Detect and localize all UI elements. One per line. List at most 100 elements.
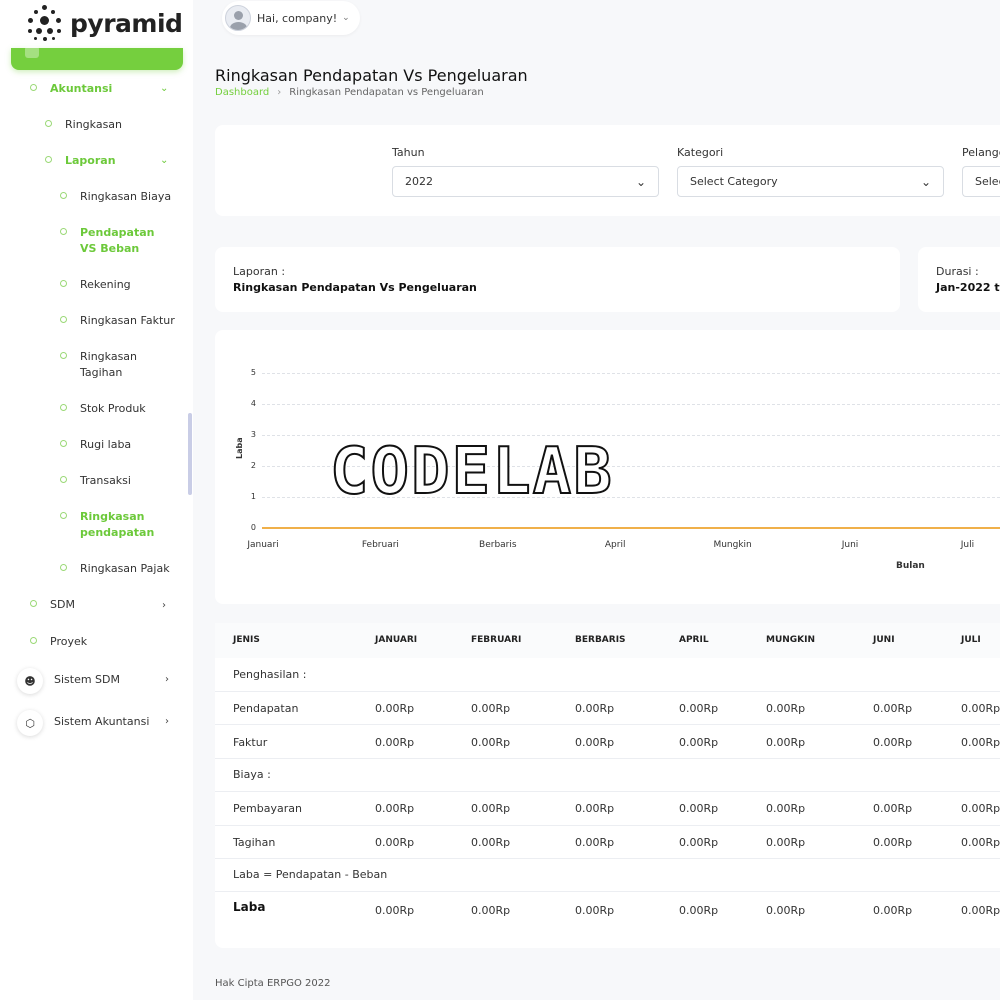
chart-gridline	[262, 373, 1000, 374]
breadcrumb-home-link[interactable]: Dashboard	[215, 87, 269, 98]
table-cell: 0.00Rp	[375, 736, 415, 749]
logo-text: pyramid	[70, 8, 183, 38]
chevron-right-icon[interactable]: ›	[162, 600, 166, 611]
chevron-down-icon[interactable]: ⌄	[160, 155, 168, 166]
table-row-divider	[215, 758, 1000, 759]
sidebar-item-ringkasan[interactable]: Ringkasan	[45, 117, 122, 133]
chart-xtick-label: Februari	[361, 540, 399, 550]
logo[interactable]: pyramid	[24, 2, 183, 44]
table-header-cell[interactable]: FEBRUARI	[471, 635, 521, 645]
sidebar-item-dashboard-active[interactable]	[11, 46, 183, 70]
table-cell: 0.00Rp	[375, 702, 415, 715]
chevron-right-icon[interactable]: ›	[165, 716, 169, 727]
chart-ytick-label: 5	[250, 368, 256, 377]
sidebar-item-label: Ringkasan Pajak	[80, 562, 170, 575]
durasi-card: Durasi : Jan-2022 to	[918, 247, 1000, 312]
sidebar-item-label: Pendapatan VS Beban	[80, 226, 155, 255]
table-cell: 0.00Rp	[471, 802, 511, 815]
table-cell: 0.00Rp	[471, 702, 511, 715]
table-cell: 0.00Rp	[961, 702, 1000, 715]
sidebar-item-transaksi[interactable]: Transaksi	[60, 473, 131, 489]
table-cell: 0.00Rp	[679, 702, 719, 715]
sidebar-item-label: Ringkasan Biaya	[80, 190, 172, 203]
table-header-cell[interactable]: JANUARI	[375, 635, 417, 645]
chart-series-line	[262, 527, 1000, 529]
table-cell: 0.00Rp	[766, 836, 806, 849]
table-header-cell[interactable]: JUNI	[873, 635, 895, 645]
sidebar-item-laporan[interactable]: Laporan	[45, 153, 116, 169]
sidebar-item-ringkasan-faktur[interactable]: Ringkasan Faktur	[60, 313, 175, 329]
sidebar-item-label: Rugi laba	[80, 438, 132, 451]
table-row-divider	[215, 724, 1000, 725]
laporan-label: Laporan :	[233, 265, 286, 278]
chevron-right-icon[interactable]: ›	[165, 674, 169, 685]
chart-data-point	[379, 527, 382, 529]
tahun-select-value: 2022	[405, 175, 433, 188]
table-header-cell[interactable]: MUNGKIN	[766, 635, 815, 645]
bullet-icon	[60, 192, 67, 199]
sidebar-item-label: Sistem Akuntansi	[54, 715, 150, 728]
section-biaya: Biaya :	[233, 768, 271, 781]
bullet-icon	[60, 228, 67, 235]
bullet-icon	[60, 512, 67, 519]
sidebar-item-rekening[interactable]: Rekening	[60, 277, 131, 293]
bullet-icon	[60, 280, 67, 287]
sidebar-item-label: Stok Produk	[80, 402, 146, 415]
chart-ytick-label: 1	[250, 492, 256, 501]
table-header-cell[interactable]: JENIS	[233, 635, 260, 645]
chart-ytick-label: 0	[250, 523, 256, 532]
sidebar-item-pendapatan-vs-beban[interactable]: Pendapatan VS Beban	[60, 225, 170, 257]
chevron-down-icon[interactable]: ⌄	[160, 83, 168, 94]
table-cell: 0.00Rp	[575, 802, 615, 815]
sidebar-item-sistem-sdm[interactable]: Sistem SDM	[54, 672, 120, 688]
sidebar-item-label: Ringkasan	[65, 118, 123, 131]
tahun-select[interactable]: 2022 ⌄	[392, 166, 659, 197]
chart-data-point	[966, 527, 969, 529]
table-cell: 0.00Rp	[471, 836, 511, 849]
bullet-icon	[45, 120, 52, 127]
sidebar-item-proyek[interactable]: Proyek	[30, 634, 87, 650]
table-row-divider	[215, 791, 1000, 792]
table-header-cell[interactable]: APRIL	[679, 635, 709, 645]
user-menu[interactable]: Hai, company! ⌄	[222, 1, 360, 35]
sidebar-item-ringkasan-pajak[interactable]: Ringkasan Pajak	[60, 561, 170, 577]
breadcrumb-separator-icon: ›	[277, 87, 282, 98]
page-title: Ringkasan Pendapatan Vs Pengeluaran	[215, 66, 528, 85]
sidebar-item-sistem-akuntansi[interactable]: Sistem Akuntansi	[54, 714, 149, 730]
table-card	[215, 623, 1000, 948]
sidebar-item-label: Rekening	[80, 278, 131, 291]
sidebar-item-label: Laporan	[65, 154, 116, 167]
table-row-divider	[215, 891, 1000, 892]
bullet-icon	[60, 404, 67, 411]
avatar	[225, 5, 251, 31]
durasi-value: Jan-2022 to	[936, 281, 1000, 294]
sidebar-item-rugi-laba[interactable]: Rugi laba	[60, 437, 131, 453]
table-cell: 0.00Rp	[375, 802, 415, 815]
sidebar-item-ringkasan-pendapatan[interactable]: Ringkasan pendapatan	[60, 509, 160, 541]
bullet-icon	[30, 84, 37, 91]
sidebar-item-ringkasan-biaya[interactable]: Ringkasan Biaya	[60, 189, 171, 205]
sidebar-item-label: Proyek	[50, 635, 88, 648]
table-cell: 0.00Rp	[961, 802, 1000, 815]
chart-xlabel: Bulan	[896, 561, 925, 571]
kategori-select[interactable]: Select Category ⌄	[677, 166, 944, 197]
sidebar-item-ringkasan-tagihan[interactable]: Ringkasan Tagihan	[60, 349, 150, 381]
chart-xtick-label: Juni	[841, 540, 859, 550]
table-row-divider	[215, 858, 1000, 859]
bullet-icon	[60, 316, 67, 323]
chart-xtick-label: Januari	[247, 540, 279, 550]
table-row-label: Pembayaran	[233, 802, 302, 815]
sidebar-item-sdm[interactable]: SDM	[30, 597, 75, 613]
chevron-down-icon: ⌄	[920, 174, 931, 189]
table-header-cell[interactable]: JULI	[961, 635, 981, 645]
table-cell: 0.00Rp	[873, 702, 913, 715]
sidebar-item-akuntansi[interactable]: Akuntansi	[30, 81, 112, 97]
table-header-cell[interactable]: BERBARIS	[575, 635, 626, 645]
pelanggan-select[interactable]: Selec	[962, 166, 1000, 197]
durasi-label: Durasi :	[936, 265, 979, 278]
sidebar-scrollbar[interactable]	[188, 413, 192, 495]
sidebar-item-stok-produk[interactable]: Stok Produk	[60, 401, 146, 417]
table-row-label: Pendapatan	[233, 702, 299, 715]
chart-ylabel: Laba	[235, 437, 244, 459]
chevron-down-icon: ⌄	[635, 174, 646, 189]
